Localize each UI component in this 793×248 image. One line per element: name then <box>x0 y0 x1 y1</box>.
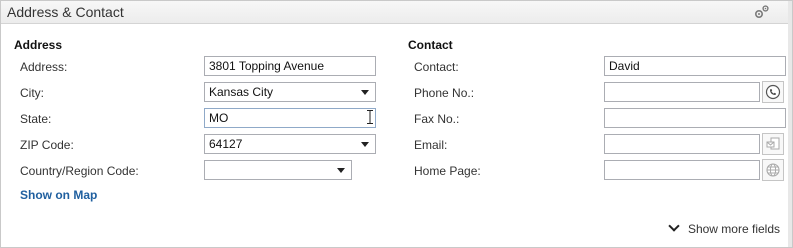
email-label: Email: <box>414 138 448 152</box>
country-label: Country/Region Code: <box>20 164 139 178</box>
address-contact-panel: Address & Contact Address Address: 3801 … <box>0 0 793 248</box>
show-on-map-link[interactable]: Show on Map <box>20 188 97 202</box>
globe-icon <box>766 163 780 177</box>
scrollbar[interactable] <box>788 1 792 247</box>
home-page-input[interactable] <box>604 160 760 180</box>
text-cursor-icon <box>367 110 373 124</box>
show-more-fields-button[interactable]: Show more fields <box>668 220 780 236</box>
zip-label: ZIP Code: <box>20 138 74 152</box>
zip-select[interactable]: 64127 <box>204 134 376 154</box>
phone-call-button[interactable] <box>762 81 784 103</box>
state-value: MO <box>209 111 229 125</box>
panel-title: Address & Contact <box>7 4 124 20</box>
open-home-page-button[interactable] <box>762 159 784 181</box>
panel-header[interactable]: Address & Contact <box>1 1 792 24</box>
chevron-down-icon[interactable] <box>361 90 369 95</box>
address-input[interactable]: 3801 Topping Avenue <box>204 56 376 76</box>
home-page-label: Home Page: <box>414 164 481 178</box>
city-select[interactable]: Kansas City <box>204 82 376 102</box>
contact-label: Contact: <box>414 60 459 74</box>
phone-icon <box>765 84 781 100</box>
send-email-button[interactable] <box>762 133 784 155</box>
city-value: Kansas City <box>209 85 274 99</box>
phone-label: Phone No.: <box>414 86 475 100</box>
address-section-title: Address <box>14 38 63 52</box>
zip-value: 64127 <box>209 137 243 151</box>
contact-section-title: Contact <box>408 38 453 52</box>
address-label: Address: <box>20 60 68 74</box>
chevron-down-icon[interactable] <box>361 142 369 147</box>
email-icon <box>766 137 780 150</box>
city-label: City: <box>20 86 44 100</box>
state-input[interactable]: MO <box>204 108 376 128</box>
chevron-down-icon <box>668 220 680 232</box>
email-input[interactable] <box>604 134 760 154</box>
show-more-fields-label: Show more fields <box>687 222 780 236</box>
country-select[interactable] <box>204 160 352 180</box>
contact-input[interactable]: David <box>604 56 786 76</box>
chevron-down-icon[interactable] <box>337 168 345 173</box>
fax-label: Fax No.: <box>414 112 460 126</box>
state-label: State: <box>20 112 52 126</box>
fax-input[interactable] <box>604 108 786 128</box>
phone-input[interactable] <box>604 82 760 102</box>
gear-icon[interactable] <box>754 4 770 20</box>
